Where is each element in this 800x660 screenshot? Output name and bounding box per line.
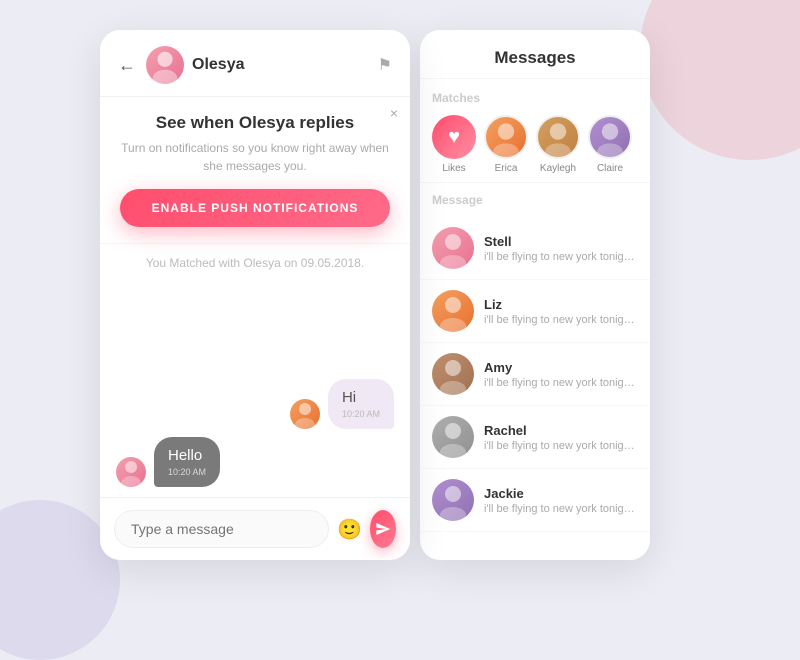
conv-preview-stell: i'll be flying to new york tonight... bbox=[484, 251, 638, 263]
message-time: 10:20 AM bbox=[168, 467, 206, 477]
messages-panel: Messages Matches ♥ Likes bbox=[420, 30, 650, 560]
chat-header: ← Olesya ⚑ bbox=[100, 30, 410, 97]
messages-header: Messages bbox=[420, 30, 650, 79]
receiver-avatar bbox=[116, 457, 146, 487]
match-item-erica[interactable]: Erica bbox=[484, 115, 528, 174]
message-text: Hello bbox=[168, 447, 202, 464]
message-bubble-sent: Hi 10:20 AM bbox=[328, 379, 394, 429]
conv-name-jackie: Jackie bbox=[484, 486, 638, 501]
conv-preview-rachel: i'll be flying to new york tonight... bbox=[484, 440, 638, 452]
conversation-item-rachel[interactable]: Rachel i'll be flying to new york tonigh… bbox=[420, 406, 650, 469]
match-item-kaylegh[interactable]: Kaylegh bbox=[536, 115, 580, 174]
conv-avatar-amy bbox=[432, 353, 474, 395]
conv-avatar-stell bbox=[432, 227, 474, 269]
app-container: ← Olesya ⚑ × See when Olesya replies Tur… bbox=[100, 30, 650, 560]
message-input[interactable] bbox=[114, 510, 329, 548]
message-bubble-received: Hello 10:20 AM bbox=[154, 437, 220, 487]
match-item-claire1[interactable]: Claire bbox=[588, 115, 632, 174]
conv-info-liz: Liz i'll be flying to new york tonight..… bbox=[484, 297, 638, 326]
message-text: Hi bbox=[342, 389, 356, 406]
message-row: Hi 10:20 AM bbox=[116, 379, 394, 429]
conv-avatar-liz bbox=[432, 290, 474, 332]
conversations-label: Message bbox=[420, 183, 650, 207]
conversation-item-jackie[interactable]: Jackie i'll be flying to new york tonigh… bbox=[420, 469, 650, 532]
matched-text: You Matched with Olesya on 09.05.2018. bbox=[100, 244, 410, 282]
conv-name-liz: Liz bbox=[484, 297, 638, 312]
matches-row: ♥ Likes Erica bbox=[432, 115, 638, 174]
message-row: Hello 10:20 AM bbox=[116, 437, 394, 487]
chat-input-area: 🙂 bbox=[100, 497, 410, 560]
banner-subtitle: Turn on notifications so you know right … bbox=[120, 139, 390, 175]
send-icon bbox=[375, 521, 391, 537]
chat-messages: Hi 10:20 AM bbox=[100, 282, 410, 497]
likes-avatar: ♥ bbox=[432, 115, 476, 159]
match-avatar-kaylegh bbox=[536, 115, 580, 159]
conv-info-stell: Stell i'll be flying to new york tonight… bbox=[484, 234, 638, 263]
close-banner-button[interactable]: × bbox=[390, 105, 398, 121]
conv-info-jackie: Jackie i'll be flying to new york tonigh… bbox=[484, 486, 638, 515]
send-button[interactable] bbox=[370, 510, 396, 548]
conv-avatar-rachel bbox=[432, 416, 474, 458]
match-name-kaylegh: Kaylegh bbox=[540, 163, 576, 174]
conv-preview-jackie: i'll be flying to new york tonight... bbox=[484, 503, 638, 515]
matches-section: Matches ♥ Likes Erica bbox=[420, 79, 650, 183]
matches-label: Matches bbox=[432, 91, 638, 105]
message-time: 10:20 AM bbox=[342, 409, 380, 419]
back-button[interactable]: ← bbox=[118, 55, 136, 76]
enable-notifications-button[interactable]: ENABLE PUSH NOTIFICATIONS bbox=[120, 189, 390, 227]
conv-avatar-jackie bbox=[432, 479, 474, 521]
conversation-item-stell[interactable]: Stell i'll be flying to new york tonight… bbox=[420, 217, 650, 280]
bg-decoration-top bbox=[640, 0, 800, 160]
messages-title: Messages bbox=[494, 48, 575, 67]
match-avatar-erica bbox=[484, 115, 528, 159]
conversation-item-amy[interactable]: Amy i'll be flying to new york tonight..… bbox=[420, 343, 650, 406]
emoji-button[interactable]: 🙂 bbox=[337, 517, 362, 542]
match-name-likes: Likes bbox=[442, 163, 465, 174]
banner-title: See when Olesya replies bbox=[120, 113, 390, 133]
match-avatar-claire1 bbox=[588, 115, 632, 159]
match-name-claire1: Claire bbox=[597, 163, 623, 174]
flag-button[interactable]: ⚑ bbox=[378, 55, 392, 75]
conv-info-rachel: Rachel i'll be flying to new york tonigh… bbox=[484, 423, 638, 452]
sender-avatar bbox=[290, 399, 320, 429]
conversation-item-liz[interactable]: Liz i'll be flying to new york tonight..… bbox=[420, 280, 650, 343]
match-item-likes[interactable]: ♥ Likes bbox=[432, 115, 476, 174]
conv-name-stell: Stell bbox=[484, 234, 638, 249]
notification-banner: × See when Olesya replies Turn on notifi… bbox=[100, 97, 410, 244]
chat-panel: ← Olesya ⚑ × See when Olesya replies Tur… bbox=[100, 30, 410, 560]
avatar bbox=[146, 46, 184, 84]
contact-name: Olesya bbox=[192, 56, 378, 74]
conv-info-amy: Amy i'll be flying to new york tonight..… bbox=[484, 360, 638, 389]
conversations-list: Stell i'll be flying to new york tonight… bbox=[420, 217, 650, 560]
conv-name-rachel: Rachel bbox=[484, 423, 638, 438]
match-name-erica: Erica bbox=[495, 163, 518, 174]
conv-name-amy: Amy bbox=[484, 360, 638, 375]
conv-preview-liz: i'll be flying to new york tonight... bbox=[484, 314, 638, 326]
conv-preview-amy: i'll be flying to new york tonight... bbox=[484, 377, 638, 389]
